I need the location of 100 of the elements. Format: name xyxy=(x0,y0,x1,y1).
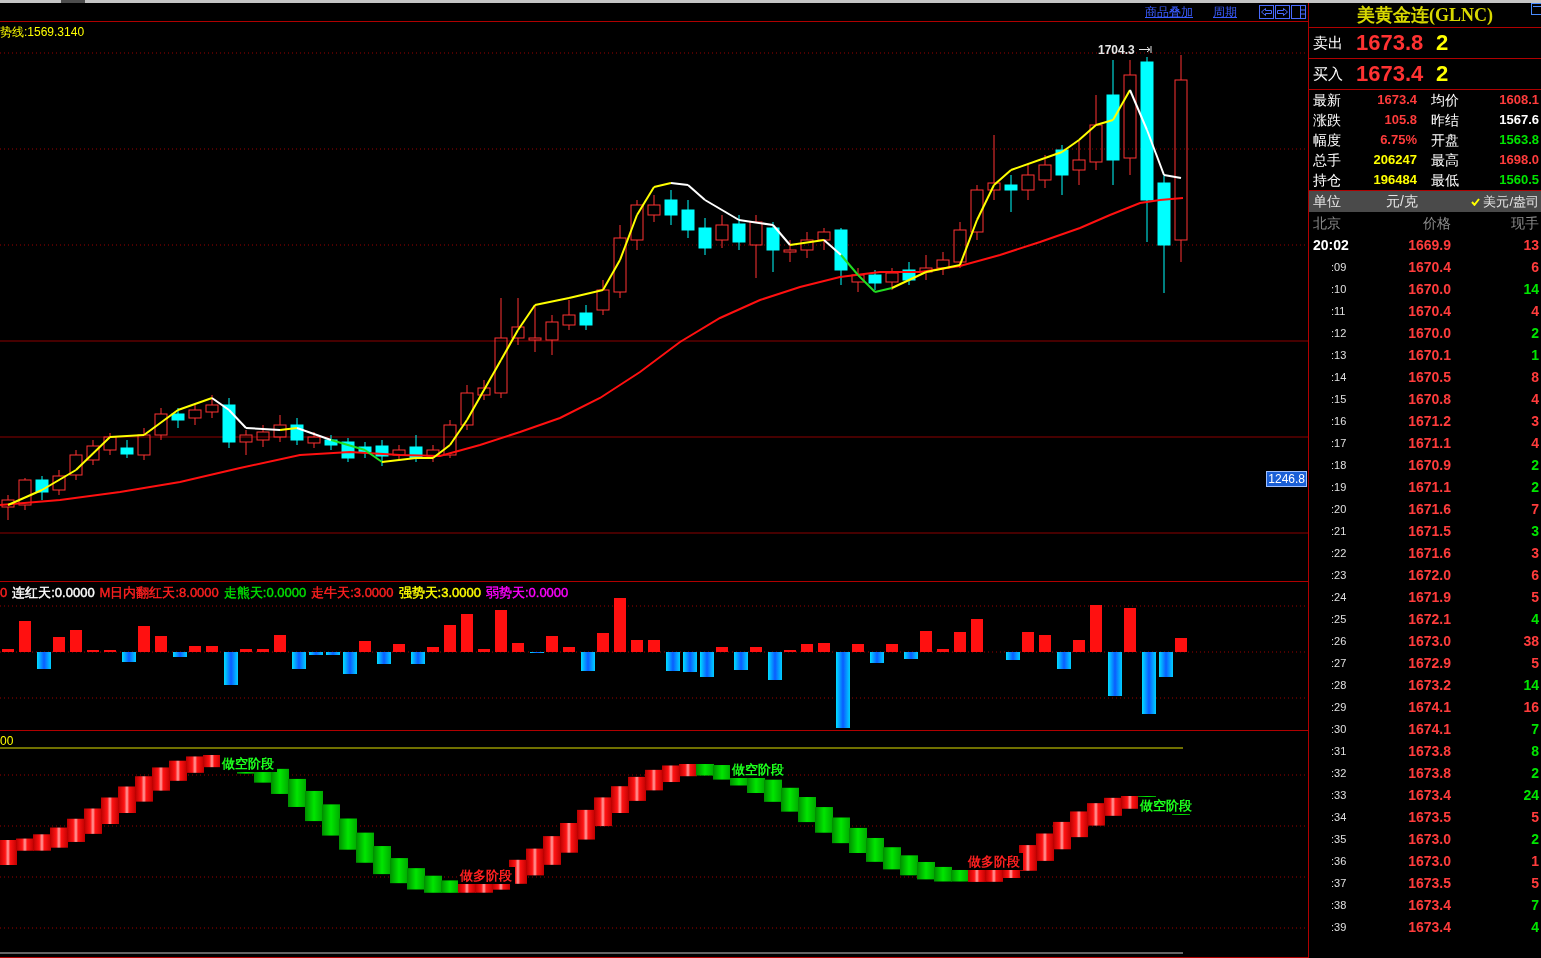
tick-volume: 8 xyxy=(1530,367,1540,387)
tick-price: 1673.4 xyxy=(1407,895,1451,915)
tick-volume: 5 xyxy=(1530,653,1540,673)
indicator-readout: 走牛天:3.0000 xyxy=(311,585,394,600)
stat-label: 最新 xyxy=(1312,90,1342,110)
tick-volume: 24 xyxy=(1522,785,1540,805)
tick-volume: 14 xyxy=(1522,675,1540,695)
tick-price: 1673.0 xyxy=(1407,631,1451,651)
right-arrow-icon[interactable] xyxy=(1275,5,1290,19)
tick-price: 1673.4 xyxy=(1407,917,1451,937)
arrow-icon xyxy=(1138,45,1152,54)
tick-price: 1670.5 xyxy=(1407,367,1451,387)
tick-time: :30 xyxy=(1330,721,1348,737)
ask-price: 1673.8 xyxy=(1356,30,1425,56)
ask-label: 卖出 xyxy=(1313,32,1344,53)
tick-price: 1673.8 xyxy=(1407,763,1451,783)
column-header: 北京 xyxy=(1312,213,1342,233)
tick-price: 1673.0 xyxy=(1407,851,1451,871)
tick-time: :24 xyxy=(1330,589,1348,605)
ask-volume: 2 xyxy=(1436,30,1449,56)
tick-volume: 4 xyxy=(1530,301,1540,321)
tick-volume: 4 xyxy=(1530,433,1540,453)
left-arrow-icon[interactable] xyxy=(1259,5,1274,19)
tick-price: 1672.0 xyxy=(1407,565,1451,585)
axis-readout: 00 xyxy=(0,734,14,748)
stat-label: 昨结 xyxy=(1430,110,1460,130)
scrollbar[interactable] xyxy=(0,0,1541,3)
stat-label: 最低 xyxy=(1430,170,1460,190)
tick-price: 1673.8 xyxy=(1407,741,1451,761)
tick-time: :25 xyxy=(1330,611,1348,627)
tick-volume: 3 xyxy=(1530,411,1540,431)
tick-price: 1670.4 xyxy=(1407,301,1451,321)
trend-line-readout: 势线:1569.3140 xyxy=(0,25,85,39)
column-header: 价格 xyxy=(1422,213,1451,233)
tick-price: 1672.1 xyxy=(1407,609,1451,629)
stat-label: 开盘 xyxy=(1430,130,1460,150)
tick-price: 1671.6 xyxy=(1407,543,1451,563)
column-header: 现手 xyxy=(1510,213,1540,233)
bid-label: 买入 xyxy=(1313,63,1344,84)
stat-label: 最高 xyxy=(1430,150,1460,170)
tick-time: :37 xyxy=(1330,875,1348,891)
price-tag: 1246.8 xyxy=(1266,471,1307,487)
tick-volume: 4 xyxy=(1530,609,1540,629)
tick-time: :18 xyxy=(1330,457,1348,473)
tick-price: 1670.0 xyxy=(1407,323,1451,343)
panel-layout-icon[interactable] xyxy=(1291,5,1306,19)
bid-price: 1673.4 xyxy=(1356,61,1425,87)
stat-value: 1560.5 xyxy=(1498,171,1540,190)
stat-value: 1673.4 xyxy=(1376,91,1417,110)
stat-value: 196484 xyxy=(1372,171,1417,190)
tick-price: 1670.9 xyxy=(1407,455,1451,475)
scroll-thumb[interactable] xyxy=(61,0,85,3)
tick-volume: 5 xyxy=(1530,587,1540,607)
tick-price: 1671.6 xyxy=(1407,499,1451,519)
tick-price: 1673.5 xyxy=(1407,807,1451,827)
high-price-label: 1704.3 xyxy=(1098,43,1135,57)
tick-time: :19 xyxy=(1330,479,1348,495)
toolbar-link[interactable]: 商品叠加 xyxy=(1145,5,1193,19)
bid-volume: 2 xyxy=(1436,61,1449,87)
indicator-readout: 强势天:3.0000 xyxy=(398,585,481,600)
tick-price: 1671.5 xyxy=(1407,521,1451,541)
tick-volume: 16 xyxy=(1522,697,1540,717)
tick-volume: 4 xyxy=(1530,389,1540,409)
tick-volume: 38 xyxy=(1522,631,1540,651)
tick-volume: 7 xyxy=(1530,895,1540,915)
tick-price: 1671.1 xyxy=(1407,477,1451,497)
tick-time: :11 xyxy=(1330,303,1347,319)
stat-value: 1698.0 xyxy=(1498,151,1540,170)
tick-volume: 13 xyxy=(1522,235,1540,255)
unit-option[interactable]: 元/克 xyxy=(1382,191,1442,212)
tick-volume: 2 xyxy=(1530,323,1540,343)
stat-value: 206247 xyxy=(1372,151,1417,170)
check-icon xyxy=(1471,197,1481,206)
tick-time: :20 xyxy=(1330,501,1348,517)
window-icon[interactable] xyxy=(1531,3,1541,16)
tick-time: :14 xyxy=(1330,369,1348,385)
instrument-title: 美黄金连(GLNC) xyxy=(1357,4,1493,26)
tick-price: 1674.1 xyxy=(1407,719,1451,739)
tick-time: :27 xyxy=(1330,655,1348,671)
tick-time: :12 xyxy=(1330,325,1348,341)
unit-option[interactable]: 美元/盎司 xyxy=(1442,191,1541,212)
tick-time: :38 xyxy=(1330,897,1348,913)
indicator-readout: 弱势天:0.0000 xyxy=(485,585,569,600)
tick-time: 20:02 xyxy=(1312,235,1350,255)
tick-time: :21 xyxy=(1330,523,1348,539)
tick-time: :26 xyxy=(1330,633,1348,649)
tick-time: :09 xyxy=(1330,259,1348,275)
tick-time: :29 xyxy=(1330,699,1348,715)
tick-volume: 2 xyxy=(1530,455,1540,475)
tick-price: 1670.4 xyxy=(1407,257,1451,277)
tick-volume: 2 xyxy=(1530,477,1540,497)
stat-label: 涨跌 xyxy=(1312,110,1342,130)
tick-time: :32 xyxy=(1330,765,1348,781)
tick-volume: 6 xyxy=(1530,257,1540,277)
tick-time: :33 xyxy=(1330,787,1348,803)
toolbar-link[interactable]: 周期 xyxy=(1213,5,1237,19)
tick-time: :15 xyxy=(1330,391,1348,407)
tick-price: 1674.1 xyxy=(1407,697,1451,717)
tick-time: :35 xyxy=(1330,831,1348,847)
tick-time: :34 xyxy=(1330,809,1348,825)
